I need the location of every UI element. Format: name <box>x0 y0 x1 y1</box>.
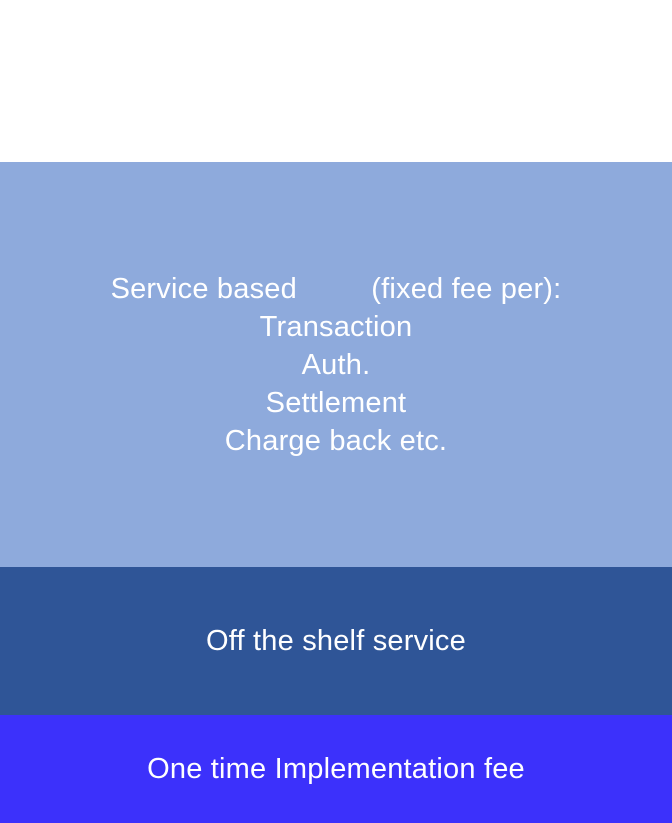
service-based-text: Service based (fixed fee per): Transacti… <box>111 270 562 460</box>
service-item-settlement: Settlement <box>265 386 407 419</box>
empty-top-area <box>0 0 672 162</box>
implementation-fee-label: One time Implementation fee <box>147 752 525 785</box>
service-item-auth: Auth. <box>301 348 371 381</box>
implementation-fee-block: One time Implementation fee <box>0 715 672 823</box>
service-based-heading: Service based (fixed fee per): <box>110 272 562 305</box>
service-item-charge-back: Charge back etc. <box>224 424 448 457</box>
service-based-block: Service based (fixed fee per): Transacti… <box>0 162 672 567</box>
service-item-transaction: Transaction <box>259 310 413 343</box>
off-the-shelf-label: Off the shelf service <box>206 624 466 657</box>
off-the-shelf-block: Off the shelf service <box>0 567 672 715</box>
